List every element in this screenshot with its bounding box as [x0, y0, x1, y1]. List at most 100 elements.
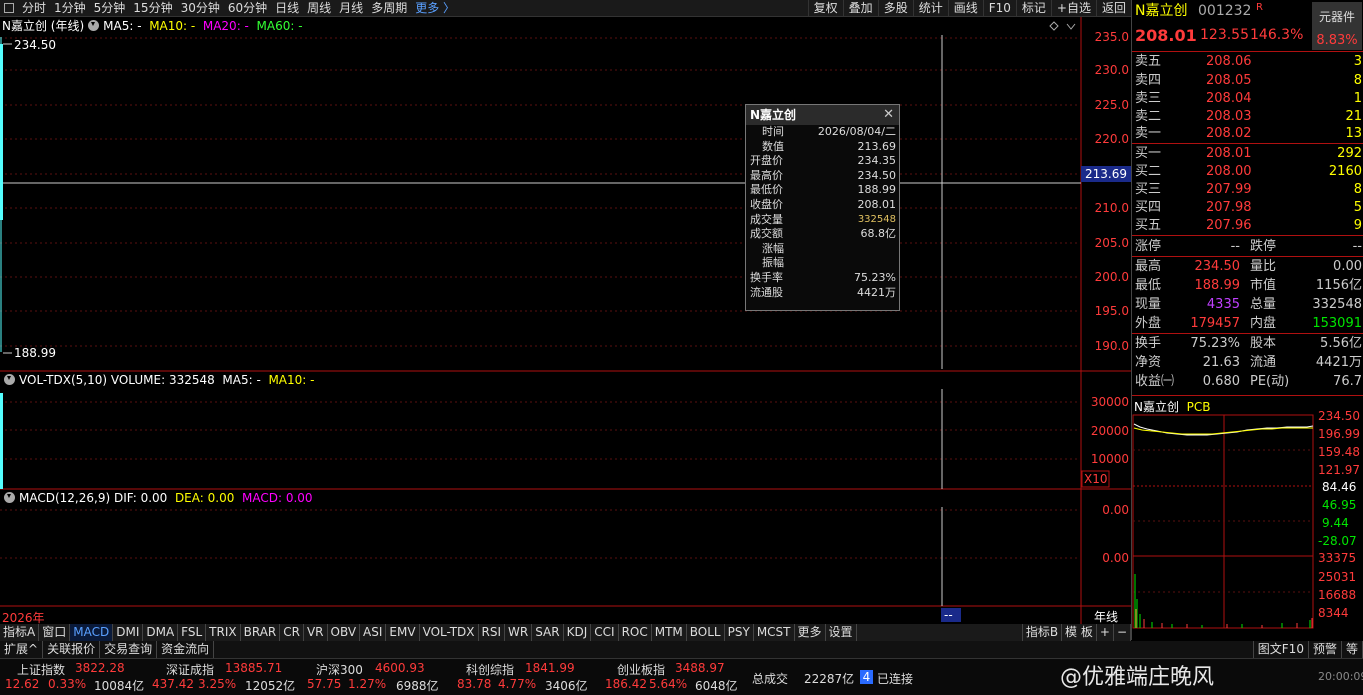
- chevron-down-icon[interactable]: [1066, 23, 1076, 30]
- stat-value: --: [1230, 239, 1240, 254]
- index-name[interactable]: 上证指数: [17, 661, 65, 678]
- y-tick: 235.0: [1094, 30, 1129, 44]
- indicator-tab[interactable]: MTM: [652, 624, 687, 641]
- period-3[interactable]: 5分钟: [90, 0, 130, 16]
- f10-text-tab[interactable]: 图文F10: [1252, 641, 1309, 658]
- index-amount: 12052亿: [245, 679, 296, 693]
- ask-label: 卖五: [1135, 54, 1162, 69]
- index-name[interactable]: 沪深300: [316, 661, 363, 678]
- mini-chart-header: N嘉立创 PCB: [1134, 398, 1210, 415]
- indicator-tab[interactable]: MCST: [754, 624, 795, 641]
- index-name[interactable]: 深证成指: [166, 661, 214, 678]
- index-pct: 5.64%: [649, 677, 688, 691]
- indicator-tab-active[interactable]: MACD: [70, 624, 114, 641]
- ask-price: 208.06: [1206, 54, 1252, 69]
- period-5[interactable]: 30分钟: [177, 0, 224, 16]
- macd-y-tick: 0.00: [1102, 503, 1129, 517]
- indicator-tab[interactable]: PSY: [725, 624, 754, 641]
- mini-name: N嘉立创: [1134, 400, 1179, 414]
- template-button[interactable]: 模 板: [1062, 624, 1097, 641]
- index-value: 3822.28: [75, 661, 125, 675]
- bid-volume: 292: [1337, 146, 1362, 161]
- mark-button[interactable]: 标记: [1015, 0, 1051, 16]
- stat-label: 最低: [1135, 278, 1162, 293]
- bid-volume: 8: [1353, 182, 1362, 197]
- index-pct: 3.25%: [198, 677, 237, 691]
- period-1[interactable]: 分时: [18, 0, 50, 16]
- macd-name: MACD(12,26,9): [19, 491, 111, 505]
- period-8[interactable]: 周线: [303, 0, 335, 16]
- mini-tick: 16688: [1318, 588, 1357, 602]
- dropdown-icon[interactable]: [4, 374, 15, 385]
- alert-tab[interactable]: 预警: [1309, 641, 1342, 658]
- stat-value: 234.50: [1194, 259, 1241, 274]
- diamond-icon[interactable]: [1049, 21, 1059, 31]
- vol-unit: X10: [1084, 472, 1108, 486]
- add-watchlist-button[interactable]: +自选: [1050, 0, 1096, 16]
- ma5-label: MA5: -: [103, 19, 142, 33]
- indicator-tab[interactable]: ASI: [360, 624, 387, 641]
- f10-button[interactable]: F10: [982, 0, 1016, 16]
- chart-area[interactable]: [0, 17, 1131, 624]
- period-7[interactable]: 日线: [271, 0, 303, 16]
- indicator-tab[interactable]: CR: [280, 624, 304, 641]
- indicator-tab[interactable]: CCI: [591, 624, 619, 641]
- multi-stock-button[interactable]: 多股: [877, 0, 913, 16]
- indicator-tab[interactable]: 设置: [826, 624, 857, 641]
- fuquan-button[interactable]: 复权: [807, 0, 843, 16]
- y-tick: 190.0: [1094, 339, 1129, 353]
- zoom-out-button[interactable]: −: [1114, 624, 1131, 641]
- mini-tick: 121.97: [1318, 463, 1360, 477]
- indicator-tab[interactable]: DMI: [113, 624, 144, 641]
- mini-tick: -28.07: [1318, 534, 1357, 548]
- total-turnover: 22287亿: [804, 672, 855, 686]
- indicator-tab[interactable]: FSL: [178, 624, 207, 641]
- indicator-tab[interactable]: VR: [304, 624, 328, 641]
- rz-badge: R: [1256, 2, 1263, 13]
- indicator-tab[interactable]: DMA: [143, 624, 179, 641]
- indicator-tab[interactable]: EMV: [386, 624, 420, 641]
- indicator-tab[interactable]: 指标A: [0, 624, 40, 641]
- period-9[interactable]: 月线: [335, 0, 367, 16]
- period-10[interactable]: 多周期: [367, 0, 411, 16]
- vol-volume: VOLUME: 332548: [110, 373, 215, 387]
- dropdown-icon[interactable]: [4, 492, 15, 503]
- draw-button[interactable]: 画线: [947, 0, 983, 16]
- indicator-tab[interactable]: VOL-TDX: [420, 624, 479, 641]
- period-4[interactable]: 15分钟: [129, 0, 176, 16]
- capital-flow-tab[interactable]: 资金流向: [157, 641, 215, 658]
- cursor-price: 213.69: [1085, 167, 1127, 181]
- indicator-tab[interactable]: TRIX: [206, 624, 241, 641]
- indicator-tab[interactable]: ROC: [619, 624, 652, 641]
- period-2[interactable]: 1分钟: [50, 0, 90, 16]
- indicator-b-button[interactable]: 指标B: [1021, 624, 1063, 641]
- indicator-tab[interactable]: BRAR: [241, 624, 281, 641]
- tip-value: 68.8亿: [860, 227, 897, 241]
- back-button[interactable]: 返回: [1095, 0, 1131, 16]
- more-tab[interactable]: 等: [1342, 641, 1363, 658]
- indicator-tab[interactable]: RSI: [479, 624, 506, 641]
- zoom-in-button[interactable]: +: [1097, 624, 1114, 641]
- indicator-tab[interactable]: WR: [505, 624, 533, 641]
- indicator-tab[interactable]: SAR: [532, 624, 564, 641]
- indicator-tab[interactable]: 窗口: [39, 624, 71, 641]
- index-name[interactable]: 科创综指: [466, 661, 514, 678]
- stats-button[interactable]: 统计: [912, 0, 948, 16]
- expand-tab[interactable]: 扩展^: [0, 641, 44, 658]
- index-value: 3488.97: [675, 661, 725, 675]
- indicator-tab[interactable]: KDJ: [564, 624, 592, 641]
- related-quote-tab[interactable]: 关联报价: [43, 641, 101, 658]
- indicator-tab[interactable]: OBV: [328, 624, 361, 641]
- overlay-button[interactable]: 叠加: [842, 0, 878, 16]
- trade-query-tab[interactable]: 交易查询: [100, 641, 158, 658]
- indicator-tab[interactable]: 更多: [795, 624, 826, 641]
- more-periods-button[interactable]: 更多 〉: [411, 0, 459, 16]
- period-6[interactable]: 60分钟: [224, 0, 271, 16]
- dropdown-icon[interactable]: [88, 20, 100, 31]
- index-name[interactable]: 创业板指: [617, 661, 665, 678]
- indicator-tab[interactable]: BOLL: [687, 624, 725, 641]
- close-icon[interactable]: ✕: [883, 105, 894, 125]
- connection-status[interactable]: 已连接: [877, 670, 913, 687]
- window-icon[interactable]: [4, 3, 14, 13]
- index-value: 13885.71: [225, 661, 283, 675]
